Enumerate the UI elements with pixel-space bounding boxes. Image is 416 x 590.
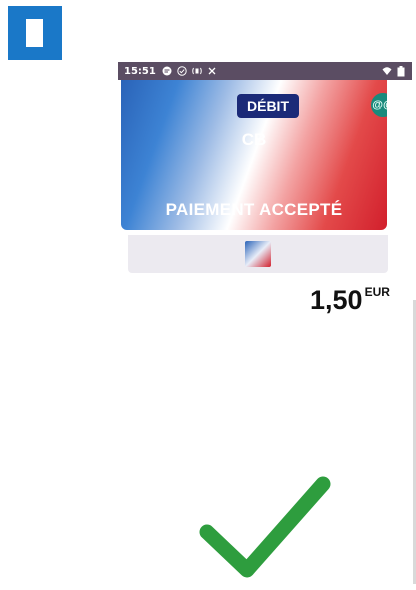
contactless-icon: @@	[371, 93, 387, 117]
logo-mark	[26, 19, 43, 47]
status-time: 15:51	[124, 65, 156, 77]
amount-value: 1,50	[310, 285, 363, 315]
battery-icon	[396, 65, 406, 76]
signal-off-icon	[207, 66, 217, 76]
payment-status: PAIEMENT ACCEPTÉ	[165, 200, 343, 219]
card-logo-band	[128, 235, 388, 273]
status-bar: 15:51	[118, 62, 412, 80]
card-type-badge: DÉBIT	[237, 94, 299, 118]
cb-logo-icon	[245, 241, 271, 267]
message-icon	[162, 66, 172, 76]
check-circle-icon	[177, 66, 187, 76]
amount-display: 1,50 EUR	[310, 285, 390, 316]
card-network: CB	[241, 130, 267, 149]
amount-currency: EUR	[364, 285, 390, 299]
wifi-icon	[382, 66, 392, 76]
app-logo	[8, 6, 62, 60]
nfc-icon	[192, 66, 202, 76]
payment-card: DÉBIT @@ CB PAIEMENT ACCEPTÉ	[121, 80, 387, 230]
success-check-icon	[199, 476, 331, 578]
